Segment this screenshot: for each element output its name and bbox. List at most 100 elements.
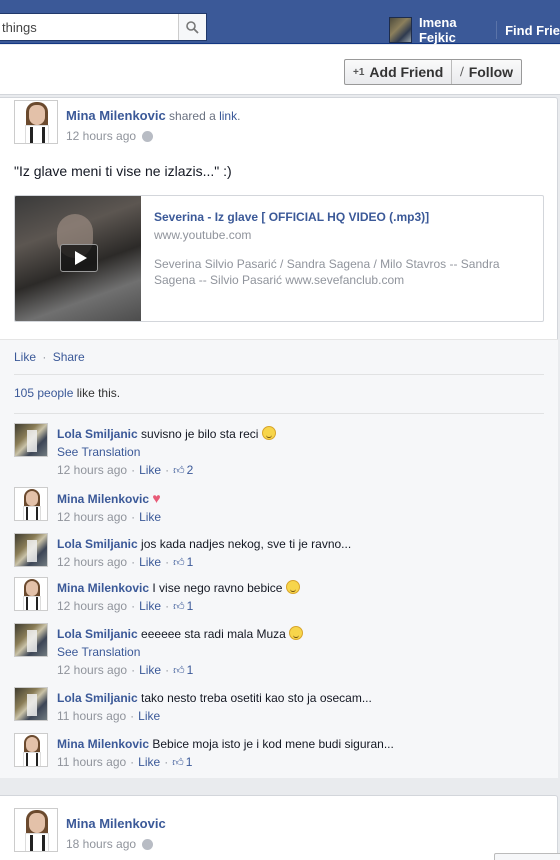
post-timestamp[interactable]: 12 hours ago bbox=[66, 129, 136, 143]
see-translation-link[interactable]: See Translation bbox=[57, 445, 140, 459]
comment-author[interactable]: Lola Smiljanic bbox=[57, 427, 138, 441]
comment-like-link[interactable]: Like bbox=[138, 755, 160, 769]
likes-summary: 105 people like this. bbox=[14, 386, 120, 400]
nav-divider bbox=[496, 21, 498, 39]
avatar[interactable] bbox=[14, 100, 58, 144]
top-navigation-bar: Imena Fejkic Find Frie bbox=[0, 0, 560, 45]
comment-like-link[interactable]: Like bbox=[139, 663, 161, 677]
thumbs-up-icon: 👍︎ bbox=[173, 665, 185, 677]
shared-link-domain: www.youtube.com bbox=[154, 228, 252, 242]
post-author[interactable]: Mina Milenkovic bbox=[66, 108, 166, 123]
comment-item: Lola Smiljanic suvisno je bilo sta reci … bbox=[14, 423, 544, 480]
thumbs-up-icon: 👍︎ bbox=[173, 557, 185, 569]
thumbs-up-icon: 👍︎ bbox=[173, 601, 185, 613]
smile-emoji-icon bbox=[285, 580, 300, 594]
avatar[interactable] bbox=[14, 808, 58, 852]
add-friend-label: Add Friend bbox=[369, 64, 444, 80]
comment-like-count[interactable]: 👍︎ 1 bbox=[173, 599, 193, 613]
comment-like-link[interactable]: Like bbox=[139, 599, 161, 613]
comment-item: Mina Milenkovic ♥ 12 hours ago · Like bbox=[14, 487, 544, 526]
shared-prefix: shared a bbox=[169, 109, 216, 123]
comment-timestamp[interactable]: 12 hours ago bbox=[57, 463, 127, 477]
feedback-section: Like · Share 105 people like this. Lola … bbox=[0, 339, 558, 778]
search-box bbox=[0, 13, 207, 41]
post-actions: Like · Share bbox=[14, 350, 85, 364]
comment-timestamp[interactable]: 12 hours ago bbox=[57, 555, 127, 569]
likes-count[interactable]: 105 people bbox=[14, 386, 73, 400]
comment-like-count[interactable]: 👍︎ 2 bbox=[173, 463, 193, 477]
avatar[interactable] bbox=[14, 487, 48, 521]
like-count-value: 1 bbox=[185, 755, 193, 769]
follow-button[interactable]: ⧸ Follow bbox=[451, 60, 521, 84]
comment-author[interactable]: Mina Milenkovic bbox=[57, 737, 149, 751]
comment-timestamp[interactable]: 11 hours ago bbox=[57, 755, 126, 769]
post-card-2: Mina Milenkovic 18 hours ago bbox=[0, 795, 558, 860]
avatar[interactable] bbox=[14, 687, 48, 721]
comment-author[interactable]: Lola Smiljanic bbox=[57, 691, 138, 705]
comment-text: suvisno je bilo sta reci bbox=[141, 427, 259, 441]
shared-link-title[interactable]: Severina - Iz glave [ OFFICIAL HQ VIDEO … bbox=[154, 210, 524, 224]
shared-link-description: Severina Silvio Pasarić / Sandra Sagena … bbox=[154, 257, 500, 287]
comment-item: Lola Smiljanic tako nesto treba osetiti … bbox=[14, 687, 544, 725]
post-header: Mina Milenkovic 18 hours ago bbox=[14, 808, 166, 852]
add-friend-icon: +1 bbox=[353, 66, 365, 78]
comment-timestamp[interactable]: 12 hours ago bbox=[57, 510, 127, 524]
comment-like-link[interactable]: Like bbox=[139, 510, 161, 524]
avatar[interactable] bbox=[14, 533, 48, 567]
post-text: "Iz glave meni ti vise ne izlazis..." :) bbox=[14, 163, 232, 179]
comment-like-link[interactable]: Like bbox=[139, 555, 161, 569]
avatar[interactable] bbox=[14, 623, 48, 657]
avatar bbox=[389, 17, 412, 43]
likes-suffix: like this. bbox=[76, 386, 121, 400]
post-header: Mina Milenkovic shared a link. 12 hours … bbox=[14, 100, 240, 144]
avatar[interactable] bbox=[14, 733, 48, 767]
comment-author[interactable]: Lola Smiljanic bbox=[57, 627, 138, 641]
comment-like-count[interactable]: 👍︎ 1 bbox=[172, 755, 192, 769]
like-count-value: 1 bbox=[186, 663, 194, 677]
comment-item: Lola Smiljanic eeeeee sta radi mala Muza… bbox=[14, 623, 544, 680]
avatar[interactable] bbox=[14, 577, 48, 611]
add-friend-button[interactable]: +1 Add Friend bbox=[345, 60, 451, 84]
comment-like-count[interactable]: 👍︎ 1 bbox=[173, 663, 193, 677]
heart-emoji-icon: ♥ bbox=[152, 490, 161, 506]
search-input[interactable] bbox=[0, 14, 180, 40]
find-friends-link[interactable]: Find Frie bbox=[505, 23, 560, 38]
search-icon bbox=[186, 20, 199, 34]
globe-icon bbox=[142, 838, 154, 850]
post-timestamp[interactable]: 18 hours ago bbox=[66, 837, 136, 851]
comment-like-link[interactable]: Like bbox=[139, 463, 161, 477]
search-button[interactable] bbox=[178, 14, 206, 40]
profile-action-buttons: +1 Add Friend ⧸ Follow bbox=[344, 59, 523, 85]
shared-link-preview[interactable]: Severina - Iz glave [ OFFICIAL HQ VIDEO … bbox=[14, 195, 544, 322]
comment-author[interactable]: Mina Milenkovic bbox=[57, 581, 149, 595]
comment-like-count[interactable]: 👍︎ 1 bbox=[173, 555, 193, 569]
comment-like-link[interactable]: Like bbox=[138, 709, 160, 723]
comment-text: eeeeee sta radi mala Muza bbox=[141, 627, 286, 641]
comment-item: Mina Milenkovic I vise nego ravno bebice… bbox=[14, 577, 544, 616]
comment-text: tako nesto treba osetiti kao sto ja osec… bbox=[141, 691, 372, 705]
nav-user-name[interactable]: Imena Fejkic bbox=[419, 15, 487, 45]
nav-profile-link[interactable]: Imena Fejkic Find Frie bbox=[389, 15, 560, 45]
comment-author[interactable]: Mina Milenkovic bbox=[57, 492, 149, 506]
comment-text: jos kada nadjes nekog, sve ti je ravno..… bbox=[141, 537, 352, 551]
comment-timestamp[interactable]: 12 hours ago bbox=[57, 663, 127, 677]
play-icon[interactable] bbox=[60, 244, 98, 272]
smile-emoji-icon bbox=[289, 626, 304, 640]
like-count-value: 2 bbox=[186, 463, 194, 477]
comment-item: Mina Milenkovic Bebice moja isto je i ko… bbox=[14, 733, 544, 772]
see-translation-link[interactable]: See Translation bbox=[57, 645, 140, 659]
chat-tab[interactable] bbox=[494, 853, 560, 860]
like-link[interactable]: Like bbox=[14, 350, 36, 364]
share-link[interactable]: Share bbox=[53, 350, 85, 364]
comment-timestamp[interactable]: 12 hours ago bbox=[57, 599, 127, 613]
shared-link[interactable]: link bbox=[219, 109, 237, 123]
avatar[interactable] bbox=[14, 423, 48, 457]
comment-author[interactable]: Lola Smiljanic bbox=[57, 537, 138, 551]
comment-timestamp[interactable]: 11 hours ago bbox=[57, 709, 126, 723]
like-count-value: 1 bbox=[186, 555, 194, 569]
globe-icon bbox=[142, 130, 154, 142]
thumbs-up-icon: 👍︎ bbox=[173, 465, 185, 477]
video-thumbnail[interactable] bbox=[15, 196, 141, 321]
smile-emoji-icon bbox=[261, 426, 276, 440]
post-author[interactable]: Mina Milenkovic bbox=[66, 816, 166, 831]
